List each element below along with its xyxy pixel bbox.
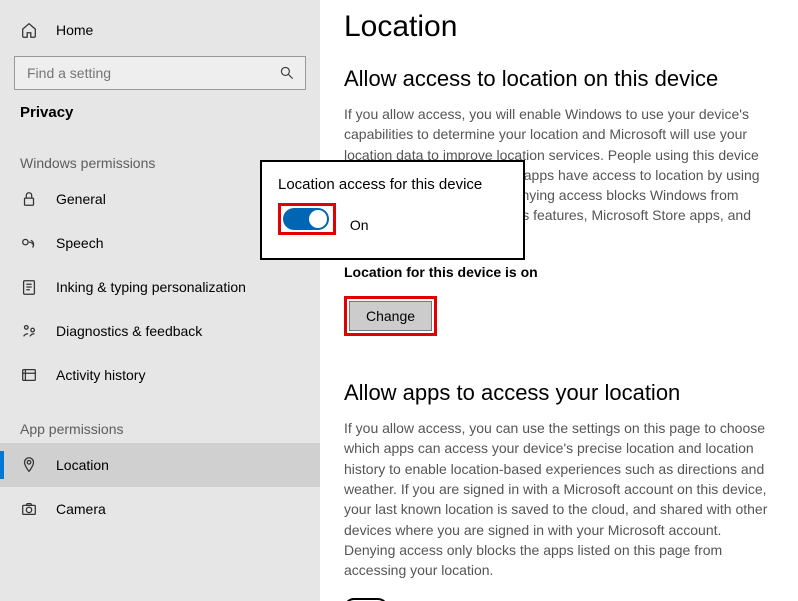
- section2-body: If you allow access, you can use the set…: [344, 418, 774, 580]
- sidebar-category: Privacy: [0, 100, 320, 131]
- feedback-icon: [20, 322, 38, 340]
- search-icon: [279, 65, 295, 81]
- sidebar-home[interactable]: Home: [0, 8, 320, 52]
- section1-title: Allow access to location on this device: [344, 66, 774, 92]
- change-highlight: Change: [344, 296, 437, 336]
- sidebar-item-label: General: [56, 191, 106, 207]
- camera-icon: [20, 500, 38, 518]
- location-access-popup: Location access for this device On: [260, 160, 525, 260]
- main-content: Location Allow access to location on thi…: [320, 0, 798, 601]
- search-input[interactable]: [14, 56, 306, 90]
- sidebar-item-inking[interactable]: Inking & typing personalization: [0, 265, 320, 309]
- page-title: Location: [344, 10, 774, 44]
- sidebar-item-label: Activity history: [56, 367, 145, 383]
- sidebar-item-location[interactable]: Location: [0, 443, 320, 487]
- popup-toggle-highlight: [278, 203, 336, 235]
- sidebar-item-label: Camera: [56, 501, 106, 517]
- sidebar-item-label: Inking & typing personalization: [56, 279, 246, 295]
- location-access-toggle[interactable]: [283, 208, 329, 230]
- sidebar-item-label: Location: [56, 457, 109, 473]
- sidebar-home-label: Home: [56, 22, 93, 38]
- clipboard-icon: [20, 278, 38, 296]
- home-icon: [20, 21, 38, 39]
- lock-icon: [20, 190, 38, 208]
- sidebar-item-label: Speech: [56, 235, 103, 251]
- section2-title: Allow apps to access your location: [344, 380, 774, 406]
- history-icon: [20, 366, 38, 384]
- sidebar-item-camera[interactable]: Camera: [0, 487, 320, 531]
- search-field[interactable]: [25, 64, 279, 82]
- popup-toggle-label: On: [350, 217, 369, 233]
- sidebar-item-activity[interactable]: Activity history: [0, 353, 320, 397]
- settings-sidebar: Home Privacy Windows permissions General…: [0, 0, 320, 601]
- section-header-app: App permissions: [0, 397, 320, 443]
- sidebar-item-diagnostics[interactable]: Diagnostics & feedback: [0, 309, 320, 353]
- location-status: Location for this device is on: [344, 264, 774, 280]
- change-button[interactable]: Change: [349, 301, 432, 331]
- popup-title: Location access for this device: [278, 176, 507, 193]
- sidebar-item-label: Diagnostics & feedback: [56, 323, 202, 339]
- location-icon: [20, 456, 38, 474]
- speech-icon: [20, 234, 38, 252]
